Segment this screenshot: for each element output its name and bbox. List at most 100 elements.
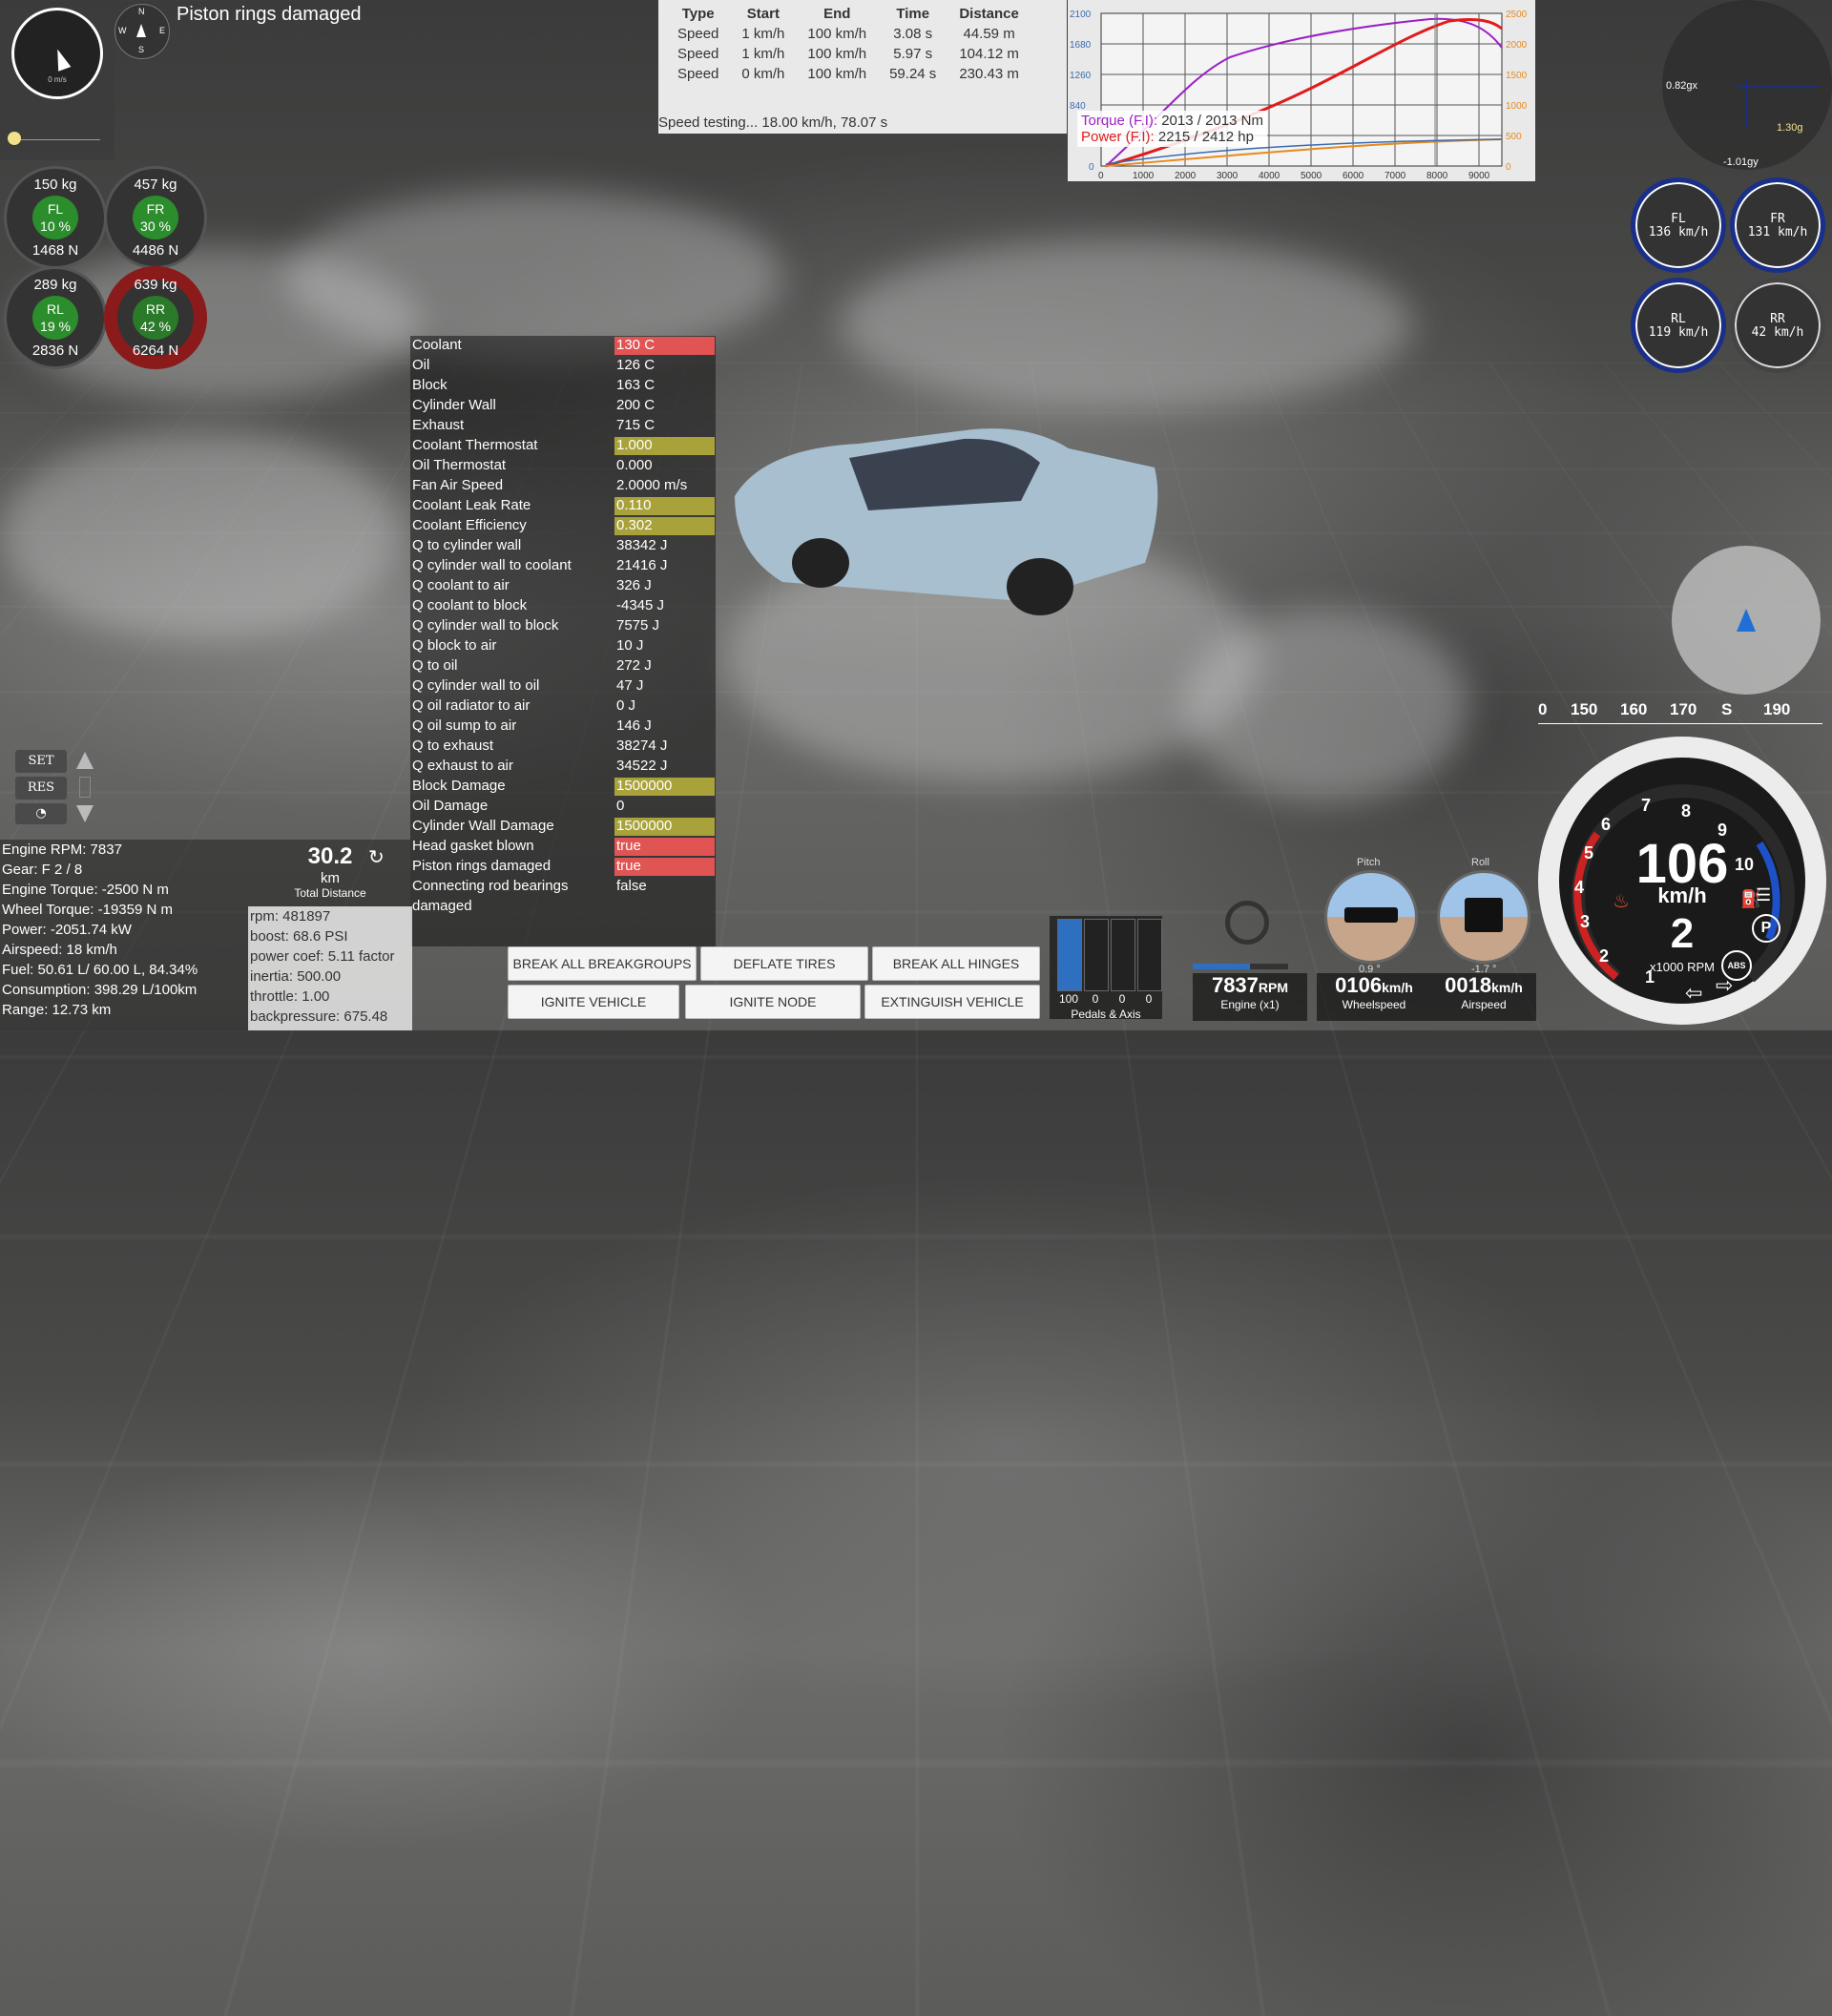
debug-line: Gear: F 2 / 8 <box>2 862 83 878</box>
thermal-row: Q coolant to block -4345 J <box>412 597 716 617</box>
col-header: Time <box>896 6 930 22</box>
speedo-face: 1 2 3 4 5 6 7 8 9 10 106 km/h 2 x1000 RP… <box>1559 758 1805 1004</box>
thermal-key: Cylinder Wall Damage <box>412 818 554 834</box>
x-tick: 8000 <box>1426 171 1448 181</box>
heading-tick: 0 <box>1538 700 1548 718</box>
thermal-key: Q to oil <box>412 657 458 674</box>
cruise-level-icon <box>79 777 91 798</box>
torque-legend-label: Torque (F.I): <box>1081 113 1162 129</box>
cruise-set-button[interactable]: SET <box>15 750 67 773</box>
thermal-row: Cylinder Wall Damage 1500000 <box>412 818 716 838</box>
wheel-speed-value: 131 km/h <box>1747 225 1808 239</box>
parking-brake-icon: P <box>1752 914 1780 943</box>
heading-tick: S <box>1721 700 1733 718</box>
thermal-row: Exhaust 715 C <box>412 417 716 437</box>
roll-value: -1.7 ° <box>1471 964 1497 975</box>
parking-brake-bar <box>1137 919 1162 991</box>
wheel-load-fr: 457 kg FR 30 % 4486 N <box>104 166 207 269</box>
x-tick: 5000 <box>1301 171 1322 181</box>
dyno-graph: 2100 1680 1260 840 0 2500 2000 1500 1000… <box>1068 0 1535 181</box>
thermal-key: Connecting rod bearings <box>412 878 569 894</box>
thermal-row: Coolant Thermostat 1.000 <box>412 437 716 457</box>
engine-rpm-value: 7837 <box>1211 973 1259 997</box>
thermal-row: Q oil radiator to air 0 J <box>412 697 716 717</box>
cruise-gauge-button[interactable]: ◔ <box>15 803 67 824</box>
thermal-value: 130 C <box>614 337 715 355</box>
break-all-hinges-button[interactable]: BREAK ALL HINGES <box>872 946 1040 981</box>
physics-line: backpressure: 675.48 <box>250 1008 388 1025</box>
wheel-id: RL <box>1671 312 1686 326</box>
heading-tick: 190 <box>1763 700 1791 718</box>
speed-up-arrow-icon[interactable] <box>76 752 94 769</box>
thermal-row: Q cylinder wall to block 7575 J <box>412 617 716 637</box>
torque-legend-value: 2013 / 2013 Nm <box>1161 113 1263 129</box>
ignite-vehicle-button[interactable]: IGNITE VEHICLE <box>508 985 679 1019</box>
thermal-row: Block 163 C <box>412 377 716 397</box>
cell: 3.08 s <box>893 26 933 42</box>
thermal-value: 38342 J <box>616 537 668 553</box>
debug-line: Consumption: 398.29 L/100km <box>2 982 198 998</box>
cruise-resume-button[interactable]: RES <box>15 777 67 800</box>
throttle-fill <box>1058 920 1081 990</box>
debug-line: Engine Torque: -2500 N m <box>2 882 169 898</box>
thermal-value: 715 C <box>616 417 656 433</box>
thermal-key: Cylinder Wall <box>412 397 496 413</box>
cell: Speed <box>677 66 719 82</box>
thermal-value: 1500000 <box>614 778 715 796</box>
right-tick: 2000 <box>1506 40 1528 51</box>
physics-line: power coef: 5.11 factor <box>250 948 395 965</box>
physics-line: throttle: 1.00 <box>250 988 330 1005</box>
x-tick: 1000 <box>1133 171 1155 181</box>
thermal-value: 0.000 <box>616 457 653 473</box>
slider-handle[interactable] <box>8 132 21 145</box>
load-pct: 19 % <box>40 319 71 334</box>
compass-arrow-icon <box>136 24 146 37</box>
throttle-value: 100 <box>1058 992 1079 1006</box>
col-header: End <box>823 6 851 22</box>
thermal-row: Fan Air Speed 2.0000 m/s <box>412 477 716 497</box>
ignite-node-button[interactable]: IGNITE NODE <box>685 985 861 1019</box>
reset-icon[interactable]: ↻ <box>368 845 385 869</box>
dial-unit: 0 m/s <box>48 75 67 84</box>
clutch-value: 0 <box>1118 992 1126 1006</box>
compass-east: E <box>159 26 166 35</box>
debug-line: Wheel Torque: -19359 N m <box>2 902 173 918</box>
speed-down-arrow-icon[interactable] <box>76 805 94 822</box>
thermal-value: 1500000 <box>614 818 715 836</box>
break-all-breakgroups-button[interactable]: BREAK ALL BREAKGROUPS <box>508 946 697 981</box>
thermal-value: 38274 J <box>616 738 668 754</box>
torque-legend: Torque (F.I): 2013 / 2013 Nm <box>1081 113 1263 129</box>
parking-brake-value: 0 <box>1145 992 1153 1006</box>
cell: 59.24 s <box>889 66 937 82</box>
wheelspeed-readout: 0106km/h Wheelspeed <box>1317 973 1431 1021</box>
right-tick: 2500 <box>1506 10 1528 20</box>
thermal-key: damaged <box>412 898 472 914</box>
cell: 230.43 m <box>959 66 1019 82</box>
slider-track[interactable] <box>10 139 100 140</box>
minimap-circle <box>1672 546 1821 695</box>
g-force-meter: 0.82gx 1.30g -1.01gy <box>1662 0 1832 170</box>
thermal-value: 10 J <box>616 637 644 654</box>
engine-physics-stats: rpm: 481897 boost: 68.6 PSI power coef: … <box>248 906 412 1030</box>
deflate-tires-button[interactable]: DEFLATE TIRES <box>700 946 868 981</box>
thermal-key: Q exhaust to air <box>412 758 513 774</box>
smoke-cloud <box>1183 611 1469 801</box>
thermal-row: Q cylinder wall to oil 47 J <box>412 677 716 697</box>
load-core: RL 19 % <box>32 296 78 340</box>
extinguish-vehicle-button[interactable]: EXTINGUISH VEHICLE <box>864 985 1040 1019</box>
thermal-value: 326 J <box>616 577 652 593</box>
thermal-value <box>614 898 715 916</box>
cell: 100 km/h <box>807 66 867 82</box>
load-kg: 289 kg <box>33 277 77 293</box>
thermal-key: Q coolant to block <box>412 597 528 613</box>
compass-west: W <box>118 26 127 35</box>
thermal-value: 7575 J <box>616 617 660 634</box>
thermal-key: Coolant Efficiency <box>412 517 527 533</box>
thermal-row: Q to exhaust 38274 J <box>412 738 716 758</box>
load-newton: 4486 N <box>132 242 179 259</box>
load-core: FR 30 % <box>133 196 178 239</box>
x-tick: 7000 <box>1384 171 1406 181</box>
dyno-plot: 2100 1680 1260 840 0 2500 2000 1500 1000… <box>1070 10 1528 181</box>
load-core: RR 42 % <box>133 296 178 340</box>
wheel-id: FL <box>1671 212 1686 226</box>
